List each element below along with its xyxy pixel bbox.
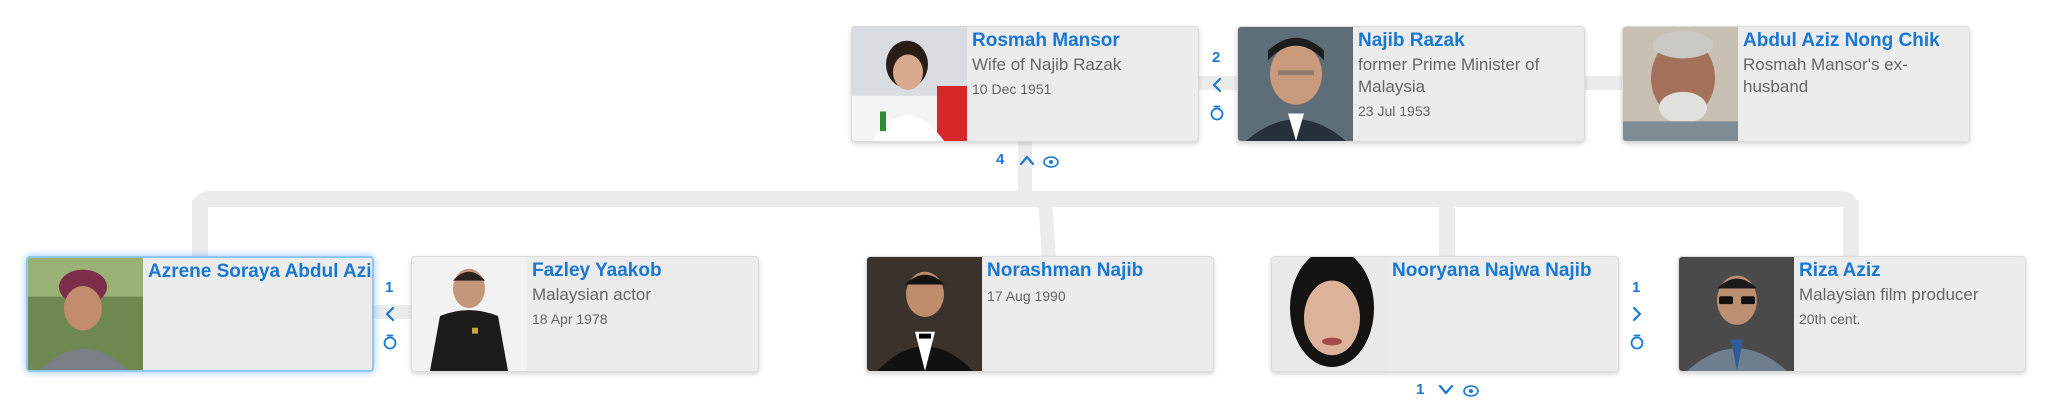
person-card-rosmah-mansor[interactable]: Rosmah Mansor Wife of Najib Razak 10 Dec… bbox=[851, 26, 1199, 142]
person-description: Rosmah Mansor's ex-husband bbox=[1743, 55, 1908, 96]
person-card-riza-aziz[interactable]: Riza Aziz Malaysian film producer 20th c… bbox=[1678, 256, 2026, 372]
children-count[interactable]: 1 bbox=[1416, 381, 1424, 398]
spouses-count[interactable]: 1 bbox=[1632, 279, 1640, 296]
person-card-azrene-soraya-abdul-aziz[interactable]: Azrene Soraya Abdul Aziz bbox=[26, 256, 374, 372]
ring-icon[interactable] bbox=[1210, 103, 1224, 121]
person-name[interactable]: Fazley Yaakob bbox=[532, 259, 754, 283]
ring-icon[interactable] bbox=[383, 332, 397, 350]
person-description: Wife of Najib Razak bbox=[972, 55, 1122, 74]
person-description: Malaysian film producer bbox=[1799, 285, 1979, 304]
person-date: 23 Jul 1953 bbox=[1358, 103, 1431, 119]
person-photo bbox=[1679, 257, 1794, 371]
connector-line bbox=[1439, 200, 1455, 258]
person-name[interactable]: Rosmah Mansor bbox=[972, 29, 1194, 53]
person-photo bbox=[28, 258, 143, 370]
person-date: 10 Dec 1951 bbox=[972, 81, 1052, 97]
chevron-down-icon[interactable] bbox=[1438, 383, 1454, 397]
person-description: former Prime Minister of Malaysia bbox=[1358, 55, 1540, 96]
person-date: 18 Apr 1978 bbox=[532, 311, 608, 327]
eye-icon[interactable] bbox=[1462, 384, 1480, 398]
person-photo bbox=[1238, 27, 1353, 141]
chevron-left-icon[interactable] bbox=[383, 306, 397, 322]
person-date: 17 Aug 1990 bbox=[987, 288, 1066, 304]
person-name[interactable]: Nooryana Najwa Najib bbox=[1392, 259, 1614, 283]
person-date: 20th cent. bbox=[1799, 311, 1861, 327]
person-photo bbox=[1272, 257, 1387, 371]
person-name[interactable]: Riza Aziz bbox=[1799, 259, 2021, 283]
person-card-abdul-aziz-nong-chik[interactable]: Abdul Aziz Nong Chik Rosmah Mansor's ex-… bbox=[1622, 26, 1970, 142]
person-name[interactable]: Azrene Soraya Abdul Aziz bbox=[148, 260, 372, 284]
chevron-left-icon[interactable] bbox=[1210, 77, 1224, 93]
person-name[interactable]: Norashman Najib bbox=[987, 259, 1209, 283]
person-photo bbox=[867, 257, 982, 371]
person-card-najib-razak[interactable]: Najib Razak former Prime Minister of Mal… bbox=[1237, 26, 1585, 142]
chevron-right-icon[interactable] bbox=[1630, 306, 1644, 322]
connector-line bbox=[1038, 199, 1057, 259]
eye-icon[interactable] bbox=[1042, 155, 1060, 169]
person-card-nooryana-najwa-najib[interactable]: Nooryana Najwa Najib bbox=[1271, 256, 1619, 372]
connector-line bbox=[1843, 200, 1859, 258]
person-photo bbox=[852, 27, 967, 141]
spouses-count[interactable]: 2 bbox=[1212, 49, 1220, 66]
person-description: Malaysian actor bbox=[532, 285, 652, 304]
person-photo bbox=[412, 257, 527, 371]
connector-line bbox=[1018, 142, 1032, 197]
children-count[interactable]: 4 bbox=[996, 151, 1004, 168]
chevron-up-icon[interactable] bbox=[1019, 153, 1035, 167]
connector-line bbox=[192, 200, 208, 258]
person-card-fazley-yaakob[interactable]: Fazley Yaakob Malaysian actor 18 Apr 197… bbox=[411, 256, 759, 372]
ring-icon[interactable] bbox=[1630, 332, 1644, 350]
connector-line bbox=[192, 191, 1858, 207]
person-name[interactable]: Abdul Aziz Nong Chik bbox=[1743, 29, 1965, 53]
person-photo bbox=[1623, 27, 1738, 141]
spouses-count[interactable]: 1 bbox=[385, 279, 393, 296]
person-card-norashman-najib[interactable]: Norashman Najib 17 Aug 1990 bbox=[866, 256, 1214, 372]
person-name[interactable]: Najib Razak bbox=[1358, 29, 1580, 53]
